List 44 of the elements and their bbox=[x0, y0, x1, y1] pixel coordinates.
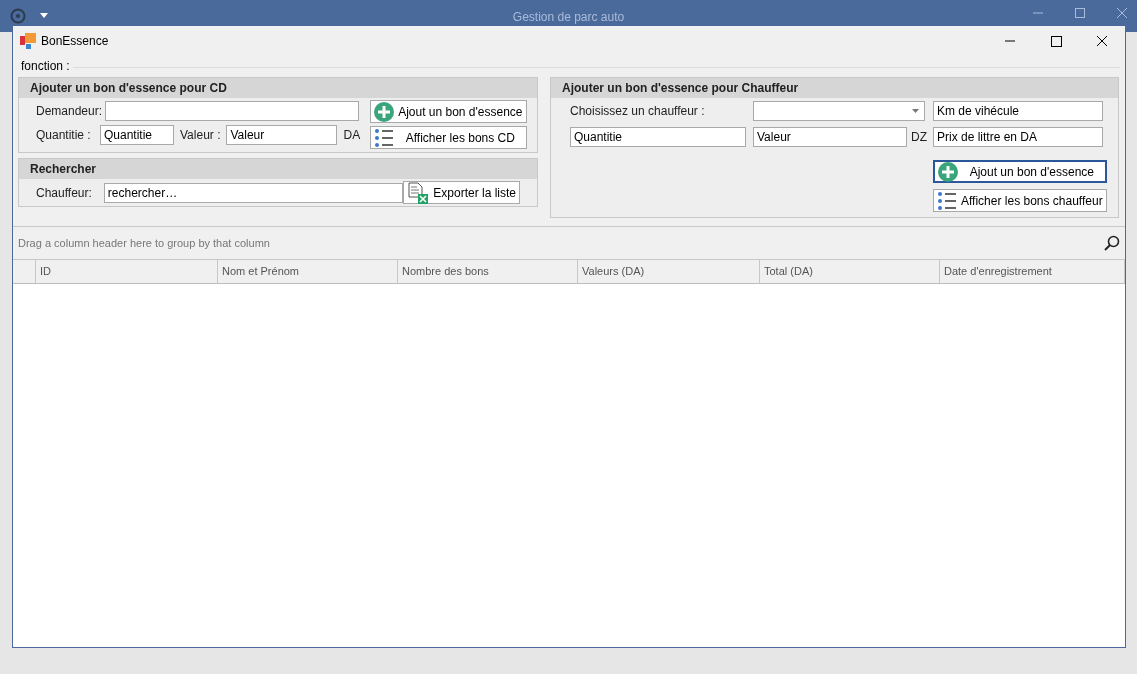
field-label: Choisissez un chauffeur : bbox=[570, 103, 706, 120]
column-header[interactable]: ID bbox=[36, 260, 218, 283]
column-header[interactable]: Valeurs (DA) bbox=[578, 260, 760, 283]
dropdown-caret-icon[interactable] bbox=[40, 13, 48, 18]
group-hint: Drag a column header here to group by that column bbox=[18, 235, 270, 251]
value-field[interactable]: Valeur bbox=[226, 125, 338, 145]
list-icon bbox=[937, 190, 957, 211]
field-label: Quantitie : bbox=[36, 127, 92, 144]
add-voucher-button[interactable]: Ajout un bon d'essence bbox=[370, 100, 527, 123]
show-vouchers-button[interactable]: Afficher les bons chauffeur bbox=[933, 189, 1107, 212]
field-label: DA bbox=[343, 127, 361, 144]
excel-export-icon bbox=[407, 181, 430, 204]
app-logo-icon bbox=[20, 33, 36, 49]
column-header[interactable]: Nom et Prénom bbox=[218, 260, 398, 283]
close-icon[interactable] bbox=[1117, 8, 1127, 18]
search-field[interactable]: rechercher… bbox=[103, 182, 404, 203]
app-window-title: Gestion de parc auto bbox=[512, 9, 625, 26]
driver-dropdown[interactable] bbox=[753, 101, 925, 121]
panel-header: Ajouter un bon d'essence pour CD bbox=[19, 78, 537, 98]
panel-header: Rechercher bbox=[19, 159, 537, 179]
export-button[interactable]: Exporter la liste bbox=[403, 181, 520, 204]
window-title: BonEssence bbox=[41, 33, 109, 50]
show-vouchers-button[interactable]: Afficher les bons CD bbox=[370, 126, 527, 149]
plus-icon bbox=[938, 161, 958, 182]
list-icon bbox=[374, 127, 395, 148]
field-label: Demandeur: bbox=[36, 103, 103, 120]
field-label: Chauffeur: bbox=[36, 184, 92, 202]
demandeur-field[interactable] bbox=[105, 101, 360, 121]
caret-icon bbox=[912, 109, 919, 113]
field-label: DZ bbox=[911, 129, 927, 146]
group-title: fonction : bbox=[20, 58, 70, 75]
add-voucher-button[interactable]: Ajout un bon d'essence bbox=[933, 160, 1107, 183]
field-label: Valeur : bbox=[180, 127, 221, 144]
column-header[interactable]: Nombre des bons bbox=[398, 260, 578, 283]
column-header[interactable]: Total (DA) bbox=[760, 260, 940, 283]
value-field[interactable]: Valeur bbox=[753, 127, 907, 147]
panel-header: Ajouter un bon d'essence pour Chauffeur bbox=[551, 78, 1118, 98]
quantity-field[interactable]: Quantitie bbox=[570, 127, 746, 147]
search-icon[interactable] bbox=[1104, 235, 1120, 251]
mileage-field[interactable]: Km de vihécule bbox=[933, 101, 1103, 121]
price-field[interactable]: Prix de littre en DA bbox=[933, 127, 1103, 147]
quantity-field[interactable]: Quantitie bbox=[100, 125, 174, 145]
column-header[interactable]: Date d'enregistrement bbox=[940, 260, 1125, 283]
plus-icon bbox=[374, 101, 395, 122]
